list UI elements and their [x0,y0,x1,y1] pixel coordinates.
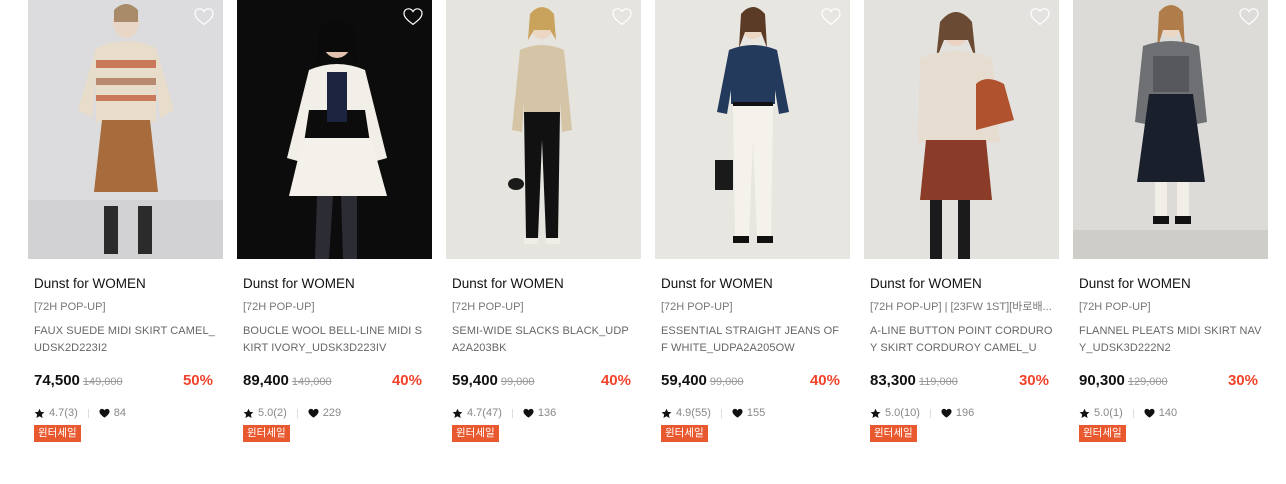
product-name[interactable]: ESSENTIAL STRAIGHT JEANS OFF WHITE_UDPA2… [661,323,844,357]
like-count: 140 [1158,407,1178,419]
divider [296,408,298,418]
discount-rate: 40% [600,372,631,389]
rating: 5.0(1) [1094,407,1123,419]
like-heart-icon [941,408,952,419]
product-name[interactable]: FAUX SUEDE MIDI SKIRT CAMEL_UDSK2D223I2 [34,323,217,357]
star-icon [243,408,254,419]
product-image[interactable] [446,0,641,259]
product-photo-icon [864,0,1059,259]
rating: 4.7(47) [467,407,502,419]
product-card[interactable]: Dunst for WOMEN [72H POP-UP] FAUX SUEDE … [28,0,223,442]
product-photo-icon [28,0,223,259]
wishlist-heart-icon[interactable] [1030,8,1050,26]
original-price: 119,000 [918,376,958,388]
product-name[interactable]: SEMI-WIDE SLACKS BLACK_UDPA2A203BK [452,323,635,357]
star-icon [1079,408,1090,419]
product-card[interactable]: Dunst for WOMEN [72H POP-UP] FLANNEL PLE… [1073,0,1268,442]
product-card[interactable]: Dunst for WOMEN [72H POP-UP] | [23FW 1ST… [864,0,1059,442]
like-count: 84 [113,407,126,419]
wishlist-heart-icon[interactable] [194,8,214,26]
like-heart-icon [308,408,319,419]
wishlist-heart-icon[interactable] [403,8,423,26]
discount-rate: 30% [1227,372,1258,389]
product-image[interactable] [1073,0,1268,259]
product-photo-icon [446,0,641,259]
brand-name[interactable]: Dunst for WOMEN [870,276,1053,292]
sale-price: 89,400 [243,372,289,389]
rating: 5.0(2) [258,407,287,419]
promo-tag: [72H POP-UP] [34,301,106,313]
brand-name[interactable]: Dunst for WOMEN [452,276,635,292]
wishlist-heart-icon[interactable] [821,8,841,26]
brand-name[interactable]: Dunst for WOMEN [1079,276,1262,292]
product-name[interactable]: FLANNEL PLEATS MIDI SKIRT NAVY_UDSK3D222… [1079,323,1262,357]
promo-tag: [72H POP-UP] | [23FW 1ST][바로배... [870,301,1052,313]
sale-price: 83,300 [870,372,916,389]
discount-rate: 50% [182,372,213,389]
divider [1132,408,1134,418]
rating: 4.7(3) [49,407,78,419]
divider [511,408,513,418]
like-count: 196 [955,407,975,419]
original-price: 99,000 [709,376,744,388]
sale-badge: 윈터세일 [870,425,917,442]
like-heart-icon [99,408,110,419]
sale-price: 59,400 [661,372,707,389]
product-name[interactable]: A-LINE BUTTON POINT CORDUROY SKIRT CORDU… [870,323,1053,357]
like-heart-icon [732,408,743,419]
wishlist-heart-icon[interactable] [1239,8,1259,26]
star-icon [452,408,463,419]
promo-tag: [72H POP-UP] [661,301,733,313]
promo-tag: [72H POP-UP] [452,301,524,313]
discount-rate: 40% [809,372,840,389]
sale-badge: 윈터세일 [452,425,499,442]
brand-name[interactable]: Dunst for WOMEN [34,276,217,292]
rating: 5.0(10) [885,407,920,419]
sale-price: 59,400 [452,372,498,389]
product-card[interactable]: Dunst for WOMEN [72H POP-UP] ESSENTIAL S… [655,0,850,442]
original-price: 149,000 [291,376,332,388]
brand-name[interactable]: Dunst for WOMEN [243,276,426,292]
divider [929,408,931,418]
discount-rate: 30% [1018,372,1049,389]
wishlist-heart-icon[interactable] [612,8,632,26]
product-image[interactable] [655,0,850,259]
star-icon [870,408,881,419]
rating: 4.9(55) [676,407,711,419]
product-image[interactable] [28,0,223,259]
like-heart-icon [1144,408,1155,419]
product-photo-icon [655,0,850,259]
product-name[interactable]: BOUCLE WOOL BELL-LINE MIDI SKIRT IVORY_U… [243,323,426,357]
like-heart-icon [523,408,534,419]
promo-tag: [72H POP-UP] [243,301,315,313]
discount-rate: 40% [391,372,422,389]
divider [720,408,722,418]
like-count: 229 [322,407,342,419]
sale-badge: 윈터세일 [243,425,290,442]
product-photo-icon [237,0,432,259]
sale-badge: 윈터세일 [661,425,708,442]
like-count: 155 [746,407,766,419]
like-count: 136 [537,407,557,419]
sale-price: 90,300 [1079,372,1125,389]
promo-tag: [72H POP-UP] [1079,301,1151,313]
original-price: 129,000 [1127,376,1168,388]
sale-badge: 윈터세일 [1079,425,1126,442]
sale-price: 74,500 [34,372,80,389]
product-card[interactable]: Dunst for WOMEN [72H POP-UP] BOUCLE WOOL… [237,0,432,442]
divider [87,408,89,418]
star-icon [34,408,45,419]
product-photo-icon [1073,0,1268,259]
star-icon [661,408,672,419]
product-card[interactable]: Dunst for WOMEN [72H POP-UP] SEMI-WIDE S… [446,0,641,442]
product-image[interactable] [237,0,432,259]
original-price: 149,000 [82,376,123,388]
sale-badge: 윈터세일 [34,425,81,442]
product-image[interactable] [864,0,1059,259]
brand-name[interactable]: Dunst for WOMEN [661,276,844,292]
original-price: 99,000 [500,376,535,388]
